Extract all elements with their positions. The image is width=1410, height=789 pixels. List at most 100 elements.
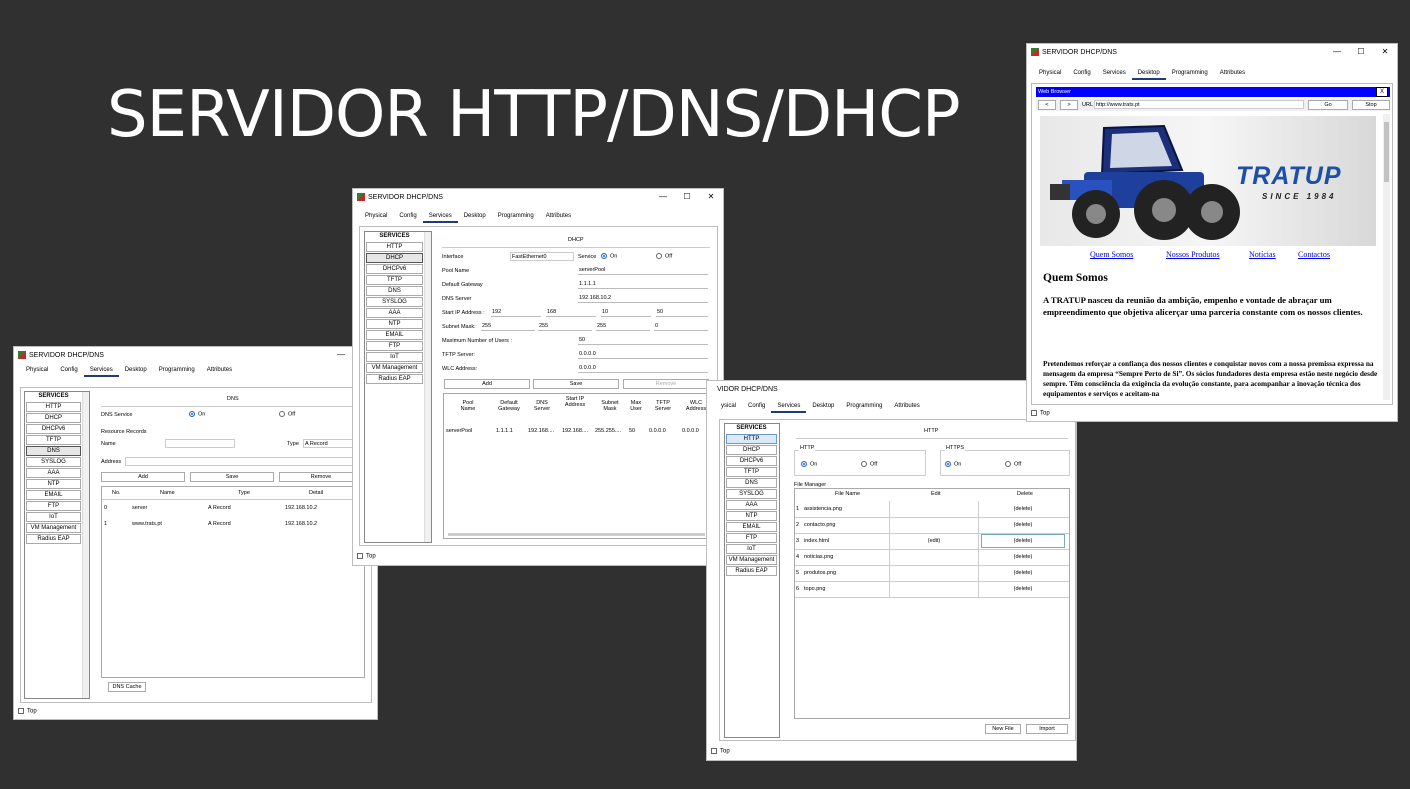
service-tftp[interactable]: TFTP — [366, 275, 423, 285]
file-edit[interactable] — [890, 501, 979, 517]
service-email[interactable]: EMAIL — [26, 490, 81, 500]
service-http[interactable]: HTTP — [366, 242, 423, 252]
nav-nossos-produtos[interactable]: Nossos Produtos — [1166, 250, 1220, 259]
service-iot[interactable]: IoT — [26, 512, 81, 522]
subnet-octet-1[interactable]: 255 — [481, 322, 535, 331]
table-row[interactable]: 1 www.trats.pt A Record 192.168.10.2 — [102, 521, 364, 531]
file-row[interactable]: 6 topo.png (delete) — [795, 581, 1069, 598]
file-row[interactable]: 2 contacto.png (delete) — [795, 517, 1069, 534]
tab-physical[interactable]: Physical — [359, 211, 393, 223]
name-input[interactable] — [165, 439, 235, 448]
tab-programming[interactable]: Programming — [840, 401, 888, 413]
service-dhcpv6[interactable]: DHCPv6 — [366, 264, 423, 274]
service-iot[interactable]: IoT — [366, 352, 423, 362]
remove-button[interactable]: Remove — [623, 379, 709, 389]
service-email[interactable]: EMAIL — [366, 330, 423, 340]
dns-on-radio[interactable]: On — [189, 411, 205, 417]
maximize-icon[interactable]: ☐ — [675, 189, 699, 205]
forward-button[interactable]: > — [1060, 100, 1078, 110]
start-ip-octet-4[interactable]: 50 — [656, 308, 708, 317]
back-button[interactable]: < — [1038, 100, 1056, 110]
dns-off-radio[interactable]: Off — [279, 411, 295, 417]
top-checkbox[interactable]: Top — [1031, 410, 1050, 417]
file-edit[interactable]: (edit) — [890, 533, 979, 549]
file-delete[interactable]: (delete) — [979, 517, 1067, 533]
tab-programming[interactable]: Programming — [492, 211, 540, 223]
tab-config[interactable]: Config — [54, 365, 83, 377]
file-edit[interactable] — [890, 581, 979, 597]
service-dhcp[interactable]: DHCP — [26, 413, 81, 423]
file-delete[interactable]: (delete) — [979, 581, 1067, 597]
file-delete[interactable]: (delete) — [979, 549, 1067, 565]
minimize-icon[interactable]: — — [1325, 44, 1349, 60]
tab-attributes[interactable]: Attributes — [888, 401, 925, 413]
services-scrollbar[interactable] — [82, 392, 89, 698]
pool-name-input[interactable]: serverPool — [578, 266, 708, 275]
service-tftp[interactable]: TFTP — [26, 435, 81, 445]
service-dhcpv6[interactable]: DHCPv6 — [26, 424, 81, 434]
https-off-radio[interactable]: Off — [1005, 461, 1021, 467]
remove-button[interactable]: Remove — [279, 472, 363, 482]
service-syslog[interactable]: SYSLOG — [26, 457, 81, 467]
import-button[interactable]: Import — [1026, 724, 1068, 734]
nav-quem-somos[interactable]: Quem Somos — [1090, 250, 1133, 259]
start-ip-octet-1[interactable]: 192 — [491, 308, 541, 317]
service-radius-eap[interactable]: Radius EAP — [366, 374, 423, 384]
service-dhcp[interactable]: DHCP — [726, 445, 777, 455]
top-checkbox[interactable]: Top — [711, 748, 730, 755]
tab-desktop[interactable]: Desktop — [806, 401, 840, 413]
tab-physical[interactable]: Physical — [1033, 68, 1067, 80]
service-ftp[interactable]: FTP — [726, 533, 777, 543]
file-row[interactable]: 5 produtos.png (delete) — [795, 565, 1069, 582]
service-http[interactable]: HTTP — [26, 402, 81, 412]
service-http[interactable]: HTTP — [726, 434, 777, 444]
file-row[interactable]: 3 index.html (edit) (delete) — [795, 533, 1069, 550]
service-aaa[interactable]: AAA — [366, 308, 423, 318]
close-icon[interactable]: ✕ — [699, 189, 723, 205]
tab-desktop[interactable]: Desktop — [1131, 68, 1166, 80]
go-button[interactable]: Go — [1308, 100, 1348, 110]
service-dns[interactable]: DNS — [726, 478, 777, 488]
file-row[interactable]: 1 assistencia.png (delete) — [795, 501, 1069, 518]
file-edit[interactable] — [890, 565, 979, 581]
nav-noticias[interactable]: Notícias — [1249, 250, 1276, 259]
service-dhcp[interactable]: DHCP — [366, 253, 423, 263]
top-checkbox[interactable]: Top — [18, 708, 37, 715]
file-delete[interactable]: (delete) — [979, 565, 1067, 581]
tab-attributes[interactable]: Attributes — [1214, 68, 1251, 80]
browser-scrollbar[interactable] — [1383, 114, 1390, 400]
file-delete[interactable]: (delete) — [981, 534, 1065, 548]
address-input[interactable] — [125, 457, 353, 466]
services-scrollbar[interactable] — [424, 232, 431, 542]
nav-contactos[interactable]: Contactos — [1298, 250, 1330, 259]
tab-services[interactable]: Services — [771, 401, 807, 413]
add-button[interactable]: Add — [444, 379, 530, 389]
tab-config[interactable]: Config — [742, 401, 771, 413]
subnet-octet-4[interactable]: 0 — [654, 322, 708, 331]
tab-attributes[interactable]: Attributes — [201, 365, 238, 377]
save-button[interactable]: Save — [533, 379, 619, 389]
maximize-icon[interactable]: ☐ — [1349, 44, 1373, 60]
service-ftp[interactable]: FTP — [26, 501, 81, 511]
file-row[interactable]: 4 noticias.png (delete) — [795, 549, 1069, 566]
http-off-radio[interactable]: Off — [861, 461, 877, 467]
dns-server-input[interactable]: 192.168.10.2 — [578, 294, 708, 303]
tab-attributes[interactable]: Attributes — [540, 211, 577, 223]
tab-programming[interactable]: Programming — [1166, 68, 1214, 80]
tab-desktop[interactable]: Desktop — [119, 365, 153, 377]
tab-config[interactable]: Config — [1067, 68, 1096, 80]
gateway-input[interactable]: 1.1.1.1 — [578, 280, 708, 289]
service-radius-eap[interactable]: Radius EAP — [726, 566, 777, 576]
service-dns[interactable]: DNS — [366, 286, 423, 296]
tab-services[interactable]: Services — [422, 211, 458, 223]
service-email[interactable]: EMAIL — [726, 522, 777, 532]
tab-services[interactable]: Services — [1097, 68, 1132, 80]
subnet-octet-3[interactable]: 255 — [596, 322, 650, 331]
close-icon[interactable]: ✕ — [1373, 44, 1397, 60]
service-ntp[interactable]: NTP — [366, 319, 423, 329]
service-syslog[interactable]: SYSLOG — [366, 297, 423, 307]
tab-config[interactable]: Config — [393, 211, 422, 223]
tab-programming[interactable]: Programming — [153, 365, 201, 377]
minimize-icon[interactable]: — — [329, 347, 353, 363]
service-vm-management[interactable]: VM Management — [366, 363, 423, 373]
